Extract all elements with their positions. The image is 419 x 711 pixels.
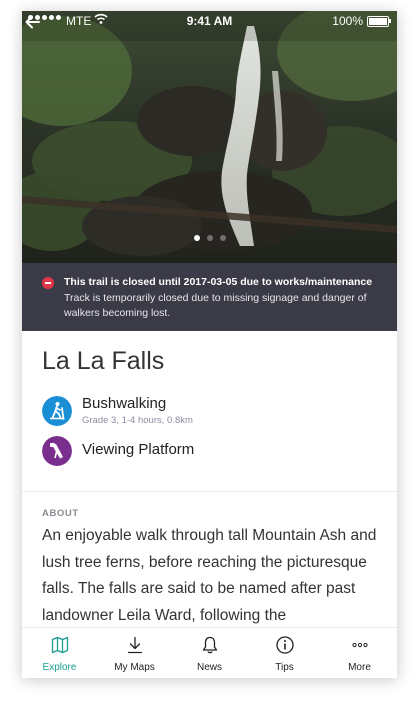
back-arrow-icon[interactable] — [22, 11, 44, 33]
about-description: An enjoyable walk through tall Mountain … — [42, 527, 377, 624]
tab-news[interactable]: News — [172, 628, 247, 678]
page-title: La La Falls — [42, 347, 165, 375]
activity-name: Bushwalking — [82, 395, 167, 412]
about-heading: ABOUT — [42, 508, 79, 519]
carousel-indicator — [22, 235, 397, 241]
download-icon — [127, 636, 142, 654]
carousel-dot[interactable] — [206, 235, 213, 241]
tab-label: Explore — [42, 662, 77, 673]
tab-explore[interactable]: Explore — [22, 628, 97, 678]
battery-icon — [367, 16, 391, 27]
tab-label: Tips — [275, 662, 294, 673]
map-icon — [51, 636, 68, 654]
bell-icon — [202, 636, 217, 654]
closure-alert: This trail is closed until 2017-03-05 du… — [22, 263, 397, 331]
alert-title: This trail is closed until 2017-03-05 du… — [64, 276, 373, 288]
tab-label: More — [348, 662, 371, 673]
activity-detail: Grade 3, 1-4 hours, 0.8km — [82, 415, 193, 426]
tab-more[interactable]: More — [322, 628, 397, 678]
tab-label: News — [196, 662, 222, 673]
carousel-dot[interactable] — [193, 235, 200, 241]
activity-name: Viewing Platform — [82, 441, 195, 458]
alert-icon — [42, 277, 54, 289]
status-bar: MTE 9:41 AM 100% — [22, 11, 397, 31]
hiker-icon — [42, 396, 72, 426]
tab-my-maps[interactable]: My Maps — [97, 628, 172, 678]
waterfall-photo — [22, 11, 397, 263]
alert-body: Track is temporarily closed due to missi… — [64, 292, 367, 319]
tab-label: My Maps — [114, 662, 155, 673]
phone-screen: MTE 9:41 AM 100% This trail is closed un… — [22, 11, 397, 678]
tab-bar: Explore My Maps News Tips More — [22, 627, 397, 678]
binoculars-icon — [42, 436, 72, 466]
carousel-dot[interactable] — [219, 235, 226, 241]
divider — [22, 491, 397, 492]
hero-image[interactable]: MTE 9:41 AM 100% — [22, 11, 397, 263]
battery-percentage: 100% — [332, 14, 363, 28]
more-icon — [351, 642, 368, 648]
tab-tips[interactable]: Tips — [247, 628, 322, 678]
info-icon — [275, 636, 294, 654]
